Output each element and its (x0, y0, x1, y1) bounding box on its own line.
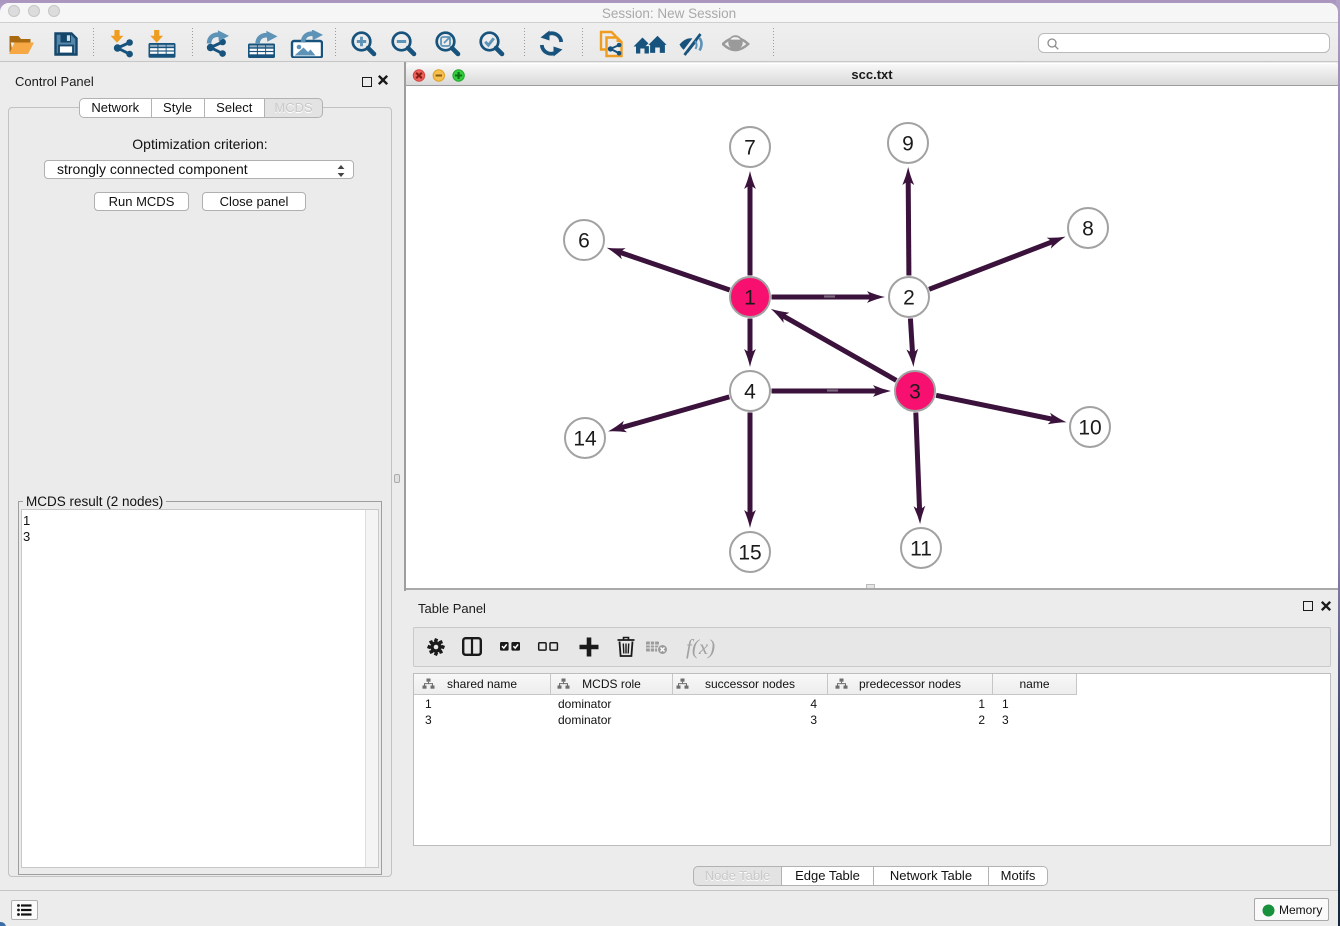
svg-text:10: 10 (1078, 417, 1101, 440)
svg-text:6: 6 (578, 230, 590, 253)
svg-text:4: 4 (744, 381, 756, 404)
svg-text:15: 15 (738, 542, 761, 565)
svg-text:11: 11 (910, 538, 932, 561)
svg-text:2: 2 (903, 287, 915, 310)
svg-text:8: 8 (1082, 218, 1094, 241)
svg-text:1: 1 (744, 287, 756, 310)
svg-text:14: 14 (573, 428, 597, 451)
svg-text:7: 7 (744, 137, 756, 160)
svg-text:3: 3 (909, 381, 921, 404)
svg-text:9: 9 (902, 133, 914, 156)
